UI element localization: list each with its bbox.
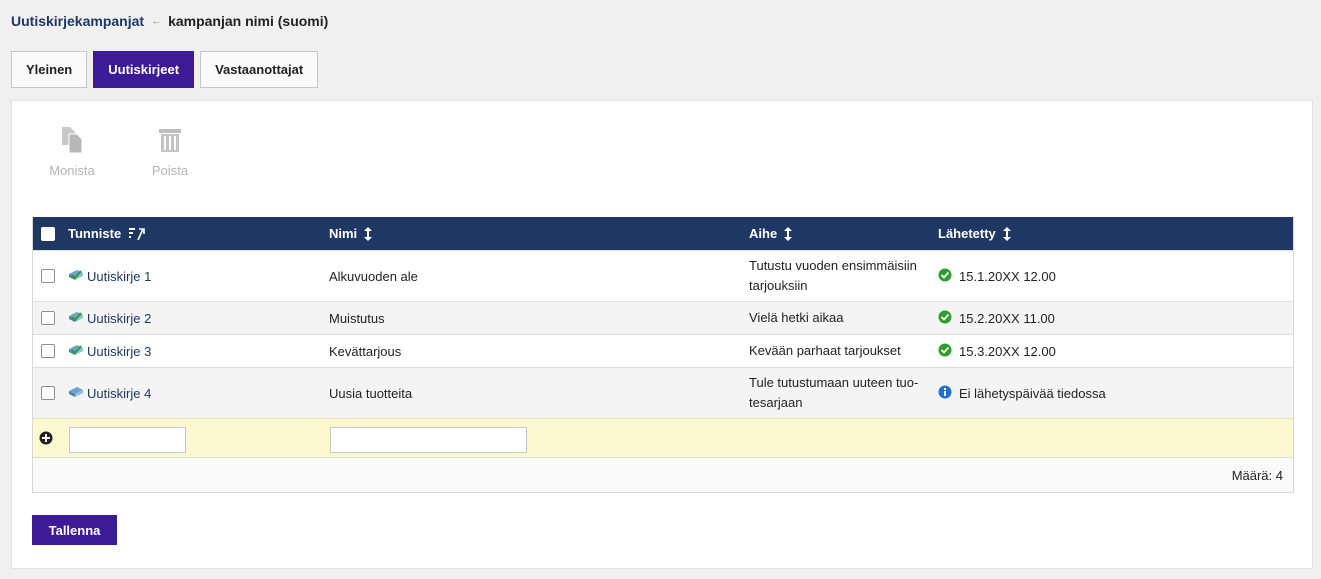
subject-line: Tule tutustumaan uuteen tuo- — [749, 375, 919, 390]
toolbar: Monista Poista — [42, 125, 200, 178]
subject-line: tesarjaan — [749, 395, 803, 410]
column-header-subject[interactable]: Aihe — [749, 226, 793, 242]
newsletter-link[interactable]: Uutiskirje 2 — [68, 310, 151, 327]
breadcrumb-parent-link[interactable]: Uutiskirjekampanjat — [11, 13, 144, 29]
column-id-label: Tunniste — [68, 226, 122, 241]
breadcrumb-arrow-icon: ← — [151, 15, 162, 27]
tab-bar: Yleinen Uutiskirjeet Vastaanottajat — [11, 51, 324, 88]
table-header: Tunniste Nimi Aihe Lähetetty — [33, 217, 1293, 250]
subject-line: Tutustu vuoden ensimmäisiin — [749, 258, 917, 273]
row-checkbox[interactable] — [41, 386, 55, 400]
column-header-sent[interactable]: Lähetetty — [938, 226, 1012, 242]
sent-status: 15.2.20XX 11.00 — [938, 310, 1055, 327]
new-row — [33, 418, 1293, 457]
sort-icon — [1002, 226, 1012, 242]
newsletter-link[interactable]: Uutiskirje 1 — [68, 268, 151, 285]
tab-recipients[interactable]: Vastaanottajat — [200, 51, 319, 88]
new-id-input[interactable] — [69, 427, 186, 453]
sent-date: 15.3.20XX 12.00 — [959, 343, 1056, 359]
sent-status: 15.3.20XX 12.00 — [938, 343, 1056, 360]
table-row: Uutiskirje 4 Uusia tuotteita Tule tutust… — [33, 367, 1293, 418]
trash-icon — [158, 125, 182, 155]
check-circle-icon — [938, 343, 952, 360]
sort-icon — [363, 226, 373, 242]
newsletter-sent-icon — [68, 268, 84, 285]
delete-button[interactable]: Poista — [140, 125, 200, 178]
newsletter-table: Tunniste Nimi Aihe Lähetetty Uutiskirje … — [32, 217, 1294, 493]
newsletter-draft-icon — [68, 385, 84, 402]
newsletter-id: Uutiskirje 2 — [87, 310, 152, 326]
column-header-id[interactable]: Tunniste — [68, 226, 146, 242]
newsletter-subject: Kevään parhaat tarjoukset — [749, 343, 901, 358]
info-icon — [938, 385, 952, 402]
delete-label: Poista — [151, 163, 189, 178]
column-name-label: Nimi — [329, 226, 358, 241]
sort-descending-icon — [127, 226, 146, 242]
subject-line: tarjouksiin — [749, 278, 808, 293]
column-subject-label: Aihe — [749, 226, 778, 241]
duplicate-label: Monista — [49, 163, 95, 178]
newsletter-sent-icon — [68, 310, 84, 327]
check-circle-icon — [938, 268, 952, 285]
breadcrumb: Uutiskirjekampanjat ← kampanjan nimi (su… — [11, 13, 328, 29]
table-footer: Määrä: 4 — [33, 457, 1293, 492]
newsletter-link[interactable]: Uutiskirje 4 — [68, 385, 151, 402]
row-checkbox[interactable] — [41, 269, 55, 283]
sent-status: 15.1.20XX 12.00 — [938, 268, 1056, 285]
column-header-name[interactable]: Nimi — [329, 226, 373, 242]
new-name-input[interactable] — [330, 427, 527, 453]
newsletter-subject: Tutustu vuoden ensimmäisiin tarjouksiin — [749, 256, 917, 296]
newsletter-subject: Vielä hetki aikaa — [749, 310, 844, 325]
newsletter-name: Alkuvuoden ale — [329, 268, 418, 284]
sent-date: Ei lähetyspäivää tiedossa — [959, 385, 1106, 401]
check-circle-icon — [938, 310, 952, 327]
breadcrumb-current: kampanjan nimi (suomi) — [168, 13, 329, 29]
newsletter-sent-icon — [68, 343, 84, 360]
select-all-checkbox[interactable] — [41, 226, 55, 241]
row-checkbox[interactable] — [41, 344, 55, 358]
column-sent-label: Lähetetty — [938, 226, 996, 241]
content-panel: Monista Poista Tunniste Nimi Aihe Lähete… — [11, 100, 1313, 569]
newsletter-subject: Tule tutustumaan uuteen tuo-tesarjaan — [749, 373, 918, 413]
row-count: Määrä: 4 — [1231, 468, 1283, 483]
sort-icon — [783, 226, 793, 242]
sent-status: Ei lähetyspäivää tiedossa — [938, 385, 1106, 402]
newsletter-link[interactable]: Uutiskirje 3 — [68, 343, 151, 360]
newsletter-id: Uutiskirje 3 — [87, 343, 152, 359]
sent-date: 15.2.20XX 11.00 — [959, 310, 1055, 326]
add-row-icon[interactable] — [39, 431, 53, 448]
row-checkbox[interactable] — [41, 311, 55, 325]
sent-date: 15.1.20XX 12.00 — [959, 268, 1056, 284]
table-row: Uutiskirje 2 Muistutus Vielä hetki aikaa… — [33, 301, 1293, 334]
tab-newsletters[interactable]: Uutiskirjeet — [93, 51, 195, 88]
newsletter-id: Uutiskirje 4 — [87, 385, 152, 401]
duplicate-icon — [60, 125, 84, 155]
duplicate-button[interactable]: Monista — [42, 125, 102, 178]
newsletter-name: Uusia tuotteita — [329, 385, 413, 401]
table-row: Uutiskirje 3 Kevättarjous Kevään parhaat… — [33, 334, 1293, 367]
newsletter-name: Muistutus — [329, 310, 385, 326]
table-row: Uutiskirje 1 Alkuvuoden ale Tutustu vuod… — [33, 250, 1293, 301]
tab-general[interactable]: Yleinen — [11, 51, 88, 88]
newsletter-name: Kevättarjous — [329, 343, 402, 359]
save-button[interactable]: Tallenna — [32, 515, 117, 545]
newsletter-id: Uutiskirje 1 — [87, 268, 152, 284]
